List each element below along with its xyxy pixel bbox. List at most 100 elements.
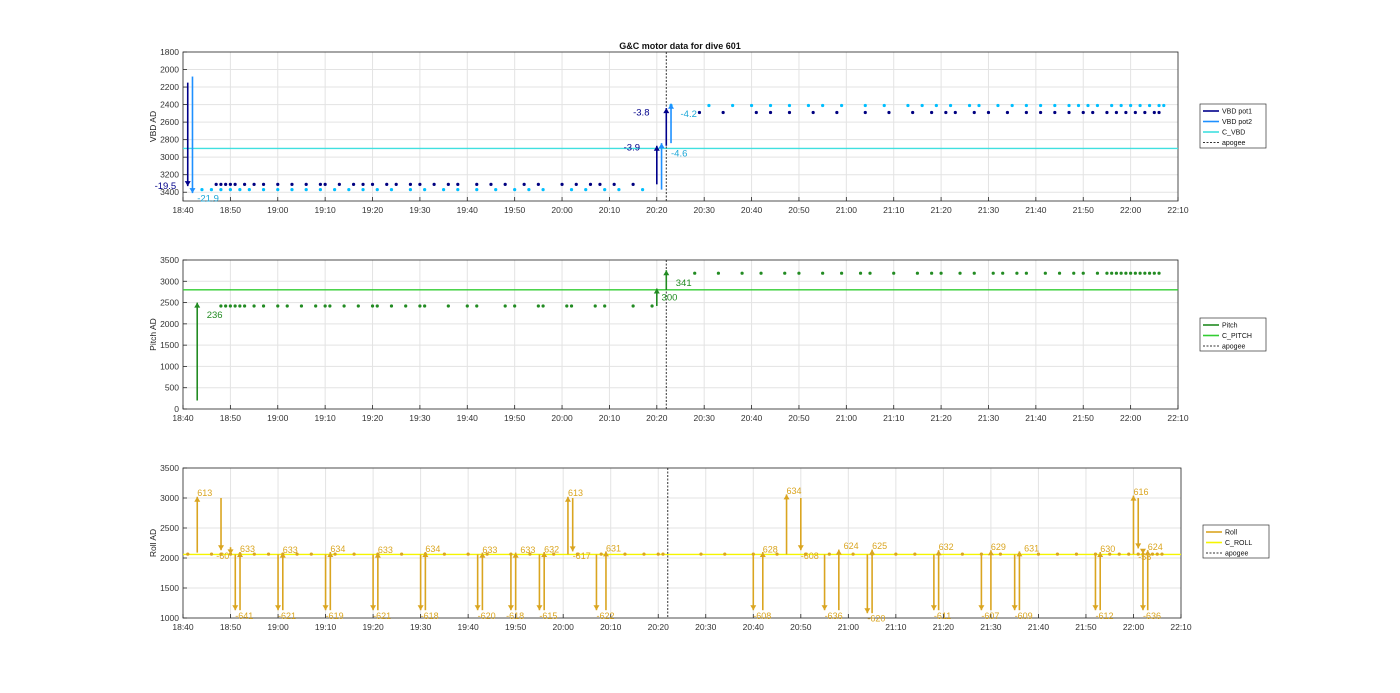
- pitch-point: [323, 304, 327, 308]
- roll-arrow-label: 634: [787, 486, 802, 496]
- roll-xtick-label: 18:50: [220, 622, 242, 632]
- vbd-pot2-point: [1157, 103, 1161, 108]
- roll-arrow-label: -615: [539, 611, 557, 621]
- pitch-point: [233, 304, 237, 308]
- roll-arrow-label: 633: [482, 545, 497, 555]
- roll-arrow-label: 624: [1148, 542, 1163, 552]
- roll-arrow-label: 633: [378, 545, 393, 555]
- pitch-point: [858, 271, 863, 275]
- pitch-ytick-label: 0: [174, 404, 179, 414]
- pitch-point: [1015, 271, 1019, 275]
- pitch-point: [375, 304, 379, 308]
- vbd-pot2-point: [569, 188, 574, 192]
- vbd-pot1-point: [351, 182, 356, 186]
- roll-ytick-label: 1500: [160, 583, 179, 593]
- figure-title: G&C motor data for dive 601: [619, 41, 741, 51]
- vbd-arrow-label: -4.2: [681, 109, 697, 120]
- vbd-pot1-point: [754, 110, 758, 115]
- vbd-pot2-point: [1162, 103, 1166, 108]
- vbd-pot1-point: [394, 182, 398, 186]
- pitch-point: [593, 304, 597, 308]
- vbd-pot2-point: [389, 188, 394, 192]
- pitch-point: [1105, 271, 1109, 275]
- roll-point: [894, 552, 898, 556]
- roll-point: [998, 552, 1003, 556]
- vbd-pot2-point: [882, 103, 886, 108]
- vbd-pot1-point: [588, 182, 593, 186]
- vbd-pot1-point: [631, 182, 635, 186]
- roll-arrow-label: -612: [1095, 611, 1113, 621]
- roll-ytick-label: 1000: [160, 613, 179, 623]
- pitch-point: [603, 304, 607, 308]
- pitch-ytick-label: 3000: [160, 276, 179, 286]
- roll-arrow-label: 632: [939, 542, 954, 552]
- vbd-ylabel: VBD AD: [148, 111, 158, 142]
- roll-legend-label: apogee: [1225, 551, 1248, 558]
- vbd-ytick-label: 3000: [160, 152, 179, 162]
- pitch-point: [465, 304, 469, 308]
- pitch-point: [356, 304, 360, 308]
- vbd-pot2-point: [333, 188, 337, 192]
- roll-xtick-label: 19:50: [505, 622, 527, 632]
- vbd-pot2-point: [1147, 103, 1152, 108]
- vbd-pot1-point: [1133, 110, 1137, 115]
- pitch-arrow-label: 300: [662, 292, 678, 303]
- pitch-xtick-label: 21:30: [978, 413, 1000, 423]
- roll-arrow-label: -617: [573, 551, 591, 561]
- vbd-pot2-point: [475, 188, 479, 192]
- vbd-pot2-point: [1129, 103, 1133, 108]
- roll-xtick-label: 20:10: [600, 622, 622, 632]
- vbd-pot2-point: [1067, 103, 1071, 108]
- vbd-pot2-point: [768, 103, 773, 108]
- vbd-xtick-label: 20:50: [788, 205, 810, 215]
- roll-arrow-label: -618: [506, 611, 524, 621]
- pitch-point: [821, 271, 825, 275]
- vbd-xtick-label: 18:50: [220, 205, 242, 215]
- roll-ytick-label: 3500: [160, 463, 179, 473]
- vbd-pot2-point: [513, 188, 517, 192]
- pitch-point: [693, 271, 697, 275]
- roll-arrow-label: 624: [844, 541, 859, 551]
- pitch-point: [892, 271, 896, 275]
- roll-point: [466, 552, 470, 556]
- vbd-pot1-point: [560, 182, 564, 186]
- vbd-pot1-point: [1124, 110, 1128, 115]
- roll-arrow-label: -622: [596, 611, 614, 621]
- pitch-xtick-label: 21:10: [883, 413, 905, 423]
- roll-arrow-label: -620: [867, 614, 885, 624]
- vbd-pot2-point: [1095, 103, 1100, 108]
- pitch-legend-label: C_PITCH: [1222, 333, 1252, 340]
- pitch-xtick-label: 19:40: [457, 413, 479, 423]
- roll-arrow-label: 631: [606, 543, 621, 553]
- roll-arrow-label: -641: [235, 611, 253, 621]
- pitch-arrow-label: 341: [676, 278, 692, 289]
- vbd-pot1-point: [972, 110, 976, 115]
- roll-point: [309, 552, 313, 556]
- pitch-ytick-label: 500: [165, 383, 179, 393]
- roll-xtick-label: 21:50: [1075, 622, 1097, 632]
- roll-point: [642, 552, 646, 556]
- roll-point: [209, 552, 214, 556]
- roll-ytick-label: 3000: [160, 493, 179, 503]
- vbd-pot1-point: [446, 182, 450, 186]
- vbd-pot1-point: [1105, 110, 1109, 115]
- vbd-pot1-point: [323, 182, 327, 186]
- vbd-pot1-point: [1157, 110, 1161, 115]
- pitch-point: [389, 304, 394, 308]
- vbd-pot1-point: [1091, 110, 1095, 115]
- pitch-point: [1157, 271, 1161, 275]
- roll-xtick-label: 21:20: [933, 622, 955, 632]
- pitch-point: [958, 271, 962, 275]
- vbd-chart: 18:40 18:50 19:00 19:10 19:20 19:30 19:40 19:50…: [148, 47, 1267, 215]
- roll-point: [1127, 552, 1131, 556]
- vbd-pot1-point: [252, 182, 256, 186]
- roll-legend-label: Roll: [1225, 530, 1238, 537]
- vbd-pot1-point: [787, 110, 792, 115]
- vbd-pot2-point: [494, 188, 498, 192]
- roll-xtick-label: 20:40: [743, 622, 765, 632]
- vbd-pot1-point: [370, 182, 375, 186]
- roll-xtick-label: 20:00: [553, 622, 575, 632]
- pitch-point: [797, 271, 801, 275]
- vbd-legend-label: VBD pot2: [1222, 119, 1252, 126]
- roll-arrow-label: -60: [216, 551, 229, 561]
